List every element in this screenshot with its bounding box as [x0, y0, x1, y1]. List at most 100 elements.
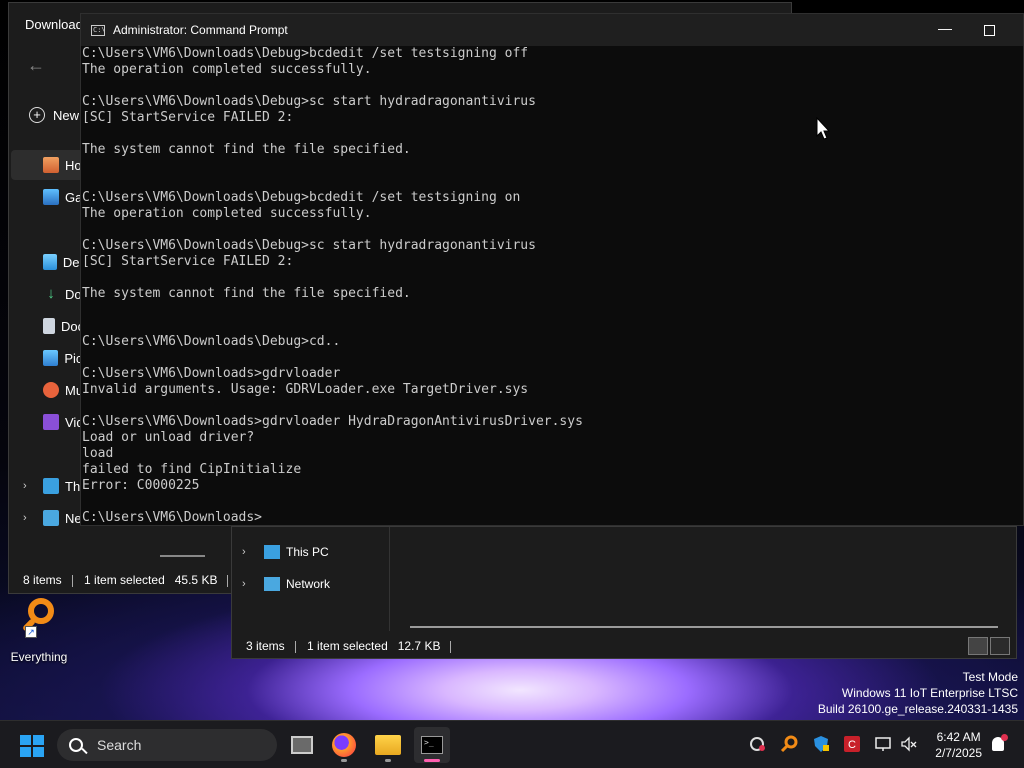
- horizontal-scrollbar[interactable]: [410, 626, 998, 628]
- clock-time: 6:42 AM: [936, 730, 981, 744]
- cmd-titlebar[interactable]: C:\ Administrator: Command Prompt —: [81, 14, 1023, 46]
- svg-text:C: C: [848, 739, 856, 751]
- taskbar-clock[interactable]: 6:42 AM 2/7/2025: [935, 729, 982, 761]
- sidebar-item-music[interactable]: Mu: [11, 375, 86, 405]
- taskbar-firefox[interactable]: [326, 727, 362, 763]
- clock-date: 2/7/2025: [935, 746, 982, 760]
- chevron-right-icon[interactable]: ›: [242, 546, 264, 558]
- sidebar-item-this-pc[interactable]: › This PC: [242, 541, 329, 563]
- file-explorer-window-front[interactable]: › This PC › Network 3 items 1 item selec…: [160, 526, 1017, 659]
- tiles-view-icon[interactable]: [990, 637, 1010, 655]
- sidebar-item-this-pc[interactable]: › Thi: [11, 471, 86, 501]
- console-output[interactable]: C:\Users\VM6\Downloads\Debug>bcdedit /se…: [81, 46, 1024, 526]
- desktop-icon-label: Everything: [10, 650, 68, 664]
- taskbar: Search >_ C 6:42 AM 2/7/2025: [0, 720, 1024, 768]
- console-line: C:\Users\VM6\Downloads\Debug>cd..: [82, 334, 341, 349]
- maximize-icon[interactable]: [984, 25, 995, 36]
- watermark-line-2: Windows 11 IoT Enterprise LTSC: [841, 686, 1018, 700]
- selection-info: 1 item selected: [84, 573, 165, 587]
- defender-icon[interactable]: [812, 735, 830, 753]
- console-line: C:\Users\VM6\Downloads>: [82, 510, 263, 525]
- firefox-icon: [332, 733, 356, 757]
- selection-info: 1 item selected: [307, 639, 388, 653]
- sidebar-item-videos[interactable]: Vid: [11, 407, 86, 437]
- navigation-pane: › This PC › Network: [232, 527, 390, 631]
- sidebar-item-downloads[interactable]: ↓ Do: [11, 279, 86, 309]
- file-explorer-icon: [375, 735, 401, 755]
- sidebar-item-home[interactable]: Ho: [11, 150, 86, 180]
- item-count: 8 items: [23, 573, 62, 587]
- scrollbar[interactable]: [160, 555, 205, 557]
- sidebar-item-gallery[interactable]: Gal: [11, 182, 86, 212]
- details-view-icon[interactable]: [968, 637, 988, 655]
- selection-size: 12.7 KB: [397, 639, 441, 653]
- desktop-icon: [43, 254, 57, 270]
- window-title: Administrator: Command Prompt: [113, 23, 288, 37]
- explorer-tab-title[interactable]: Download: [25, 17, 83, 32]
- antivirus-icon[interactable]: C: [843, 735, 861, 753]
- this-pc-icon: [264, 545, 280, 559]
- new-button[interactable]: + New: [29, 107, 79, 123]
- pictures-icon: [43, 350, 59, 366]
- search-placeholder: Search: [97, 737, 142, 753]
- chevron-right-icon[interactable]: ›: [242, 578, 264, 590]
- taskbar-task-view[interactable]: [284, 727, 320, 763]
- sidebar-item-label: Network: [286, 577, 331, 591]
- command-prompt-window[interactable]: C:\ Administrator: Command Prompt — C:\U…: [80, 13, 1024, 526]
- taskbar-terminal[interactable]: >_: [414, 727, 450, 763]
- sidebar-item-pictures[interactable]: Pict: [11, 343, 86, 373]
- network-icon: [264, 577, 280, 591]
- sidebar-item-documents[interactable]: Doc: [11, 311, 86, 341]
- chevron-right-icon[interactable]: ›: [23, 480, 27, 492]
- item-count: 3 items: [246, 639, 285, 653]
- task-view-icon: [291, 736, 313, 754]
- shortcut-arrow-icon: ↗: [25, 626, 37, 638]
- sidebar-item-network[interactable]: › Ne: [11, 503, 86, 533]
- taskbar-file-explorer[interactable]: [370, 727, 406, 763]
- taskbar-search[interactable]: Search: [57, 729, 277, 761]
- explorer-status-bar: 3 items 1 item selected 12.7 KB: [246, 639, 452, 653]
- console-line: The operation completed successfully.: [82, 206, 372, 221]
- everything-tray-icon[interactable]: [780, 735, 798, 753]
- cmd-app-icon: C:\: [91, 24, 106, 36]
- downloads-icon: ↓: [47, 285, 55, 302]
- watermark-line-3: Build 26100.ge_release.240331-1435: [817, 702, 1018, 716]
- watermark-line-1: Test Mode: [962, 670, 1018, 684]
- sidebar-item-label: This PC: [286, 545, 329, 559]
- notification-bell-icon[interactable]: [992, 734, 1008, 751]
- explorer-status-bar: 8 items 1 item selected 45.5 KB: [23, 573, 229, 587]
- sidebar-item-desktop[interactable]: Des: [11, 247, 86, 277]
- search-icon: [69, 738, 83, 752]
- console-line: C:\Users\VM6\Downloads\Debug>bcdedit /se…: [82, 190, 521, 205]
- selection-size: 45.5 KB: [174, 573, 218, 587]
- console-line: load: [82, 446, 114, 461]
- back-arrow-icon[interactable]: ←: [27, 55, 45, 76]
- plus-icon: +: [29, 107, 45, 123]
- sync-icon[interactable]: [748, 735, 766, 753]
- this-pc-icon: [43, 478, 59, 494]
- console-line: Error: C0000225: [82, 478, 200, 493]
- console-line: failed to find CipInitialize: [82, 462, 302, 477]
- console-line: C:\Users\VM6\Downloads\Debug>sc start hy…: [82, 238, 536, 253]
- volume-mute-icon[interactable]: [900, 735, 918, 753]
- minimize-icon[interactable]: —: [938, 20, 952, 36]
- network-icon[interactable]: [874, 735, 892, 753]
- desktop-icon-everything[interactable]: ↗ Everything: [8, 596, 70, 664]
- start-button[interactable]: [20, 735, 44, 757]
- documents-icon: [43, 318, 55, 334]
- home-icon: [43, 157, 59, 173]
- chevron-right-icon[interactable]: ›: [23, 512, 27, 524]
- sidebar-item-network[interactable]: › Network: [242, 573, 330, 595]
- console-line: The operation completed successfully.: [82, 62, 372, 77]
- mouse-cursor-icon: [816, 117, 830, 140]
- console-line: C:\Users\VM6\Downloads\Debug>bcdedit /se…: [82, 46, 529, 61]
